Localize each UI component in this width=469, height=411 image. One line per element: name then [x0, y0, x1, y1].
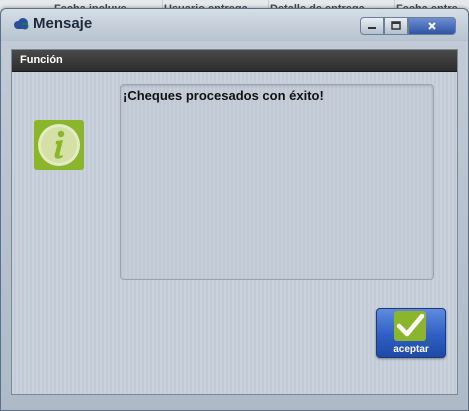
message-dialog: Mensaje Función ¡Cheques procesados con … [0, 8, 469, 411]
message-box: ¡Cheques procesados con éxito! [120, 84, 434, 280]
close-icon [428, 22, 436, 30]
dialog-titlebar[interactable]: Mensaje [1, 9, 468, 41]
info-icon [34, 120, 84, 170]
dialog-title: Mensaje [33, 15, 93, 32]
window-controls [360, 17, 456, 37]
checkmark-icon [394, 311, 426, 341]
close-button[interactable] [408, 17, 456, 35]
minimize-icon [368, 27, 376, 29]
maximize-button[interactable] [384, 17, 408, 35]
cloud-icon [14, 18, 29, 30]
message-text: ¡Cheques procesados con éxito! [123, 88, 324, 103]
accept-button[interactable]: aceptar [376, 308, 446, 358]
dialog-content: Función ¡Cheques procesados con éxito! a… [11, 49, 458, 395]
maximize-icon [391, 21, 401, 30]
accept-button-label: aceptar [393, 344, 429, 355]
section-header-label: Función [20, 54, 63, 66]
section-header: Función [12, 50, 457, 72]
minimize-button[interactable] [360, 17, 384, 35]
